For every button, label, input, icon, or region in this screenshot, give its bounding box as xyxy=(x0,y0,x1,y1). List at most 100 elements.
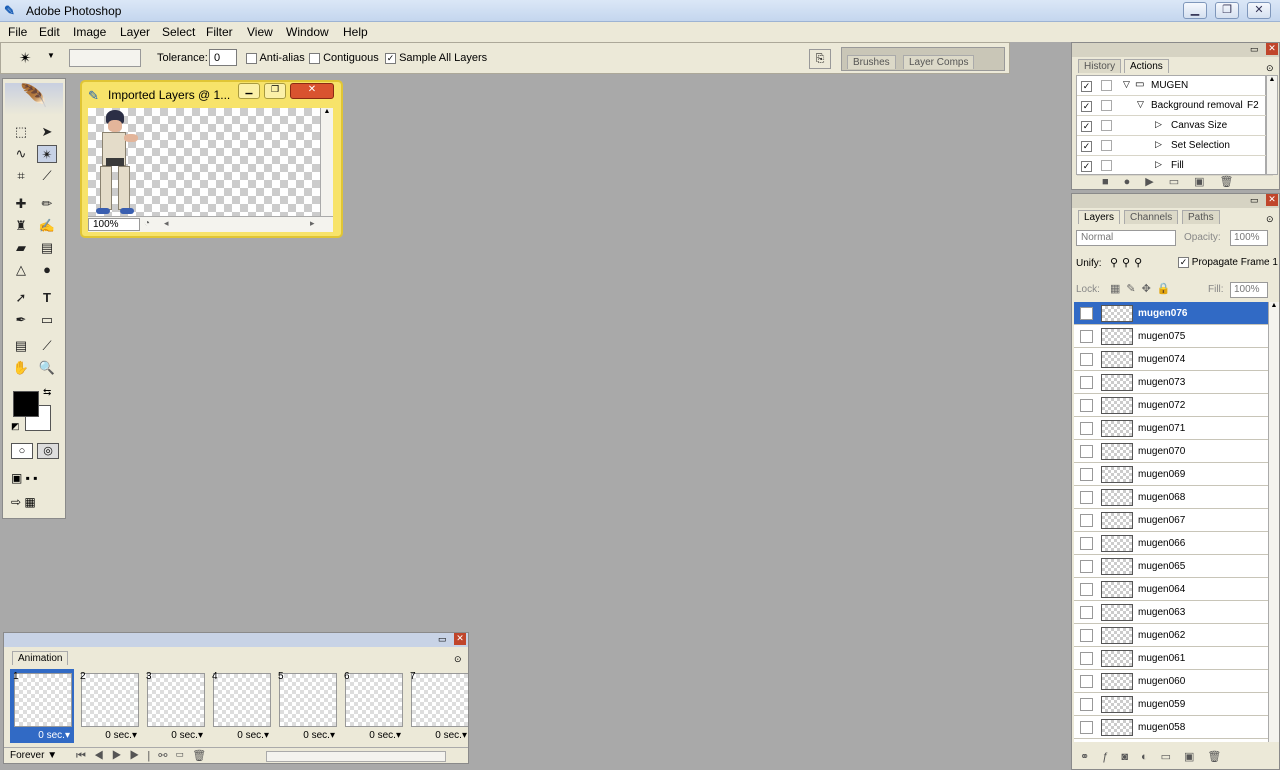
layers-footer-buttons[interactable]: ⚭ƒ◙◐▭▣🗑 xyxy=(1080,750,1234,763)
type-tool-icon[interactable]: T xyxy=(37,289,57,307)
visibility-icon[interactable] xyxy=(1080,353,1093,366)
layer-row[interactable]: mugen076 xyxy=(1074,302,1268,325)
doc-maximize-button[interactable]: ❐ xyxy=(264,83,286,99)
layers-scrollbar[interactable]: ▲ xyxy=(1268,302,1279,742)
visibility-icon[interactable] xyxy=(1080,445,1093,458)
expand-icon[interactable]: ▷ xyxy=(1155,119,1162,130)
history-brush-icon[interactable]: ✍ xyxy=(37,217,57,235)
frame-duration[interactable]: 0 sec.▾ xyxy=(171,730,203,741)
visibility-icon[interactable] xyxy=(1080,698,1093,711)
panel-minimize-icon[interactable]: ▭ xyxy=(1250,195,1259,206)
opacity-input[interactable]: 100% xyxy=(1230,230,1268,246)
swap-colors-icon[interactable]: ⇆ xyxy=(43,387,51,398)
action-row[interactable]: ✓ ▽ ▭ MUGEN xyxy=(1077,76,1273,96)
restore-button[interactable]: ❐ xyxy=(1215,2,1239,19)
doc-vertical-scrollbar[interactable]: ▲ xyxy=(320,108,333,216)
layer-row[interactable]: mugen072 xyxy=(1074,394,1268,417)
visibility-icon[interactable] xyxy=(1080,514,1093,527)
screen-mode-icon[interactable]: ▣ ▪ ▪ xyxy=(11,471,38,485)
visibility-icon[interactable] xyxy=(1080,307,1093,320)
animation-frame[interactable]: 4 0 sec.▾ xyxy=(209,669,273,743)
tab-actions[interactable]: Actions xyxy=(1124,59,1169,73)
visibility-icon[interactable] xyxy=(1080,330,1093,343)
notes-tool-icon[interactable]: ▤ xyxy=(11,337,31,355)
visibility-icon[interactable] xyxy=(1080,468,1093,481)
scroll-right-icon[interactable]: ▸ xyxy=(310,218,315,229)
contiguous-checkbox[interactable]: Contiguous xyxy=(309,52,379,64)
layer-row[interactable]: mugen063 xyxy=(1074,601,1268,624)
scroll-left-icon[interactable]: ◂ xyxy=(164,218,169,229)
crop-tool-icon[interactable]: ⌗ xyxy=(11,167,31,185)
move-tool-icon[interactable]: ➤ xyxy=(37,123,57,141)
visibility-icon[interactable] xyxy=(1080,422,1093,435)
layer-row[interactable]: mugen059 xyxy=(1074,693,1268,716)
foreground-color-swatch[interactable] xyxy=(13,391,39,417)
visibility-icon[interactable] xyxy=(1080,560,1093,573)
expand-icon[interactable]: ▷ xyxy=(1155,139,1162,150)
playback-buttons[interactable]: ⏮◀▶▶|⚯▭🗑 xyxy=(76,749,214,763)
visibility-icon[interactable] xyxy=(1080,399,1093,412)
menu-help[interactable]: Help xyxy=(343,25,368,39)
visibility-icon[interactable] xyxy=(1080,675,1093,688)
magic-wand-icon[interactable]: ✴ xyxy=(19,49,32,67)
animation-frame[interactable]: 7 0 sec.▾ xyxy=(407,669,468,743)
loop-select[interactable]: Forever ▼ xyxy=(10,750,57,761)
brush-tool-icon[interactable]: ✏ xyxy=(37,195,57,213)
action-toggle-icon[interactable]: ✓ xyxy=(1081,80,1092,92)
well-tab-layer-comps[interactable]: Layer Comps xyxy=(903,55,975,69)
panel-close-icon[interactable]: ✕ xyxy=(1266,194,1278,206)
dodge-tool-icon[interactable]: ● xyxy=(37,261,57,279)
document-canvas[interactable] xyxy=(88,108,320,216)
visibility-icon[interactable] xyxy=(1080,652,1093,665)
panel-minimize-icon[interactable]: ▭ xyxy=(1250,44,1259,55)
frame-duration[interactable]: 0 sec.▾ xyxy=(237,730,269,741)
pen-tool-icon[interactable]: ✒ xyxy=(11,311,31,329)
lasso-tool-icon[interactable]: ∿ xyxy=(11,145,31,163)
frames-scrollbar[interactable] xyxy=(266,751,446,762)
action-row[interactable]: ✓ ▷ Canvas Size xyxy=(1077,116,1273,136)
layer-row[interactable]: mugen069 xyxy=(1074,463,1268,486)
animation-frame[interactable]: 5 0 sec.▾ xyxy=(275,669,339,743)
jump-to-imageready-icon[interactable]: ⇨ ▦ xyxy=(11,495,36,509)
magic-wand-tool-icon[interactable]: ✴ xyxy=(37,145,57,163)
animation-frame[interactable]: 6 0 sec.▾ xyxy=(341,669,405,743)
zoom-field[interactable]: 100% xyxy=(88,218,140,231)
doc-minimize-button[interactable]: ▁ xyxy=(238,83,260,99)
animation-frame[interactable]: 3 0 sec.▾ xyxy=(143,669,207,743)
layer-row[interactable]: mugen061 xyxy=(1074,647,1268,670)
zoom-tool-icon[interactable]: 🔍 xyxy=(37,359,57,377)
actions-footer-buttons[interactable]: ■●▶▭▣🗑 xyxy=(1102,175,1249,188)
menu-filter[interactable]: Filter xyxy=(206,25,233,39)
action-toggle-icon[interactable]: ✓ xyxy=(1081,140,1092,152)
panel-menu-icon[interactable]: ⊙ xyxy=(1266,214,1274,225)
tab-paths[interactable]: Paths xyxy=(1182,210,1220,224)
frame-duration[interactable]: 0 sec.▾ xyxy=(38,730,70,741)
visibility-icon[interactable] xyxy=(1080,606,1093,619)
healing-brush-icon[interactable]: ✚ xyxy=(11,195,31,213)
dialog-toggle-icon[interactable] xyxy=(1101,160,1112,171)
menu-select[interactable]: Select xyxy=(162,25,195,39)
actions-scrollbar[interactable]: ▲ xyxy=(1266,75,1278,175)
menu-file[interactable]: File xyxy=(8,25,27,39)
menu-layer[interactable]: Layer xyxy=(120,25,150,39)
animation-frame[interactable]: 1 0 sec.▾ xyxy=(10,669,74,743)
blur-tool-icon[interactable]: △ xyxy=(11,261,31,279)
expand-icon[interactable]: ▽ xyxy=(1123,79,1130,90)
visibility-icon[interactable] xyxy=(1080,491,1093,504)
layer-row[interactable]: mugen073 xyxy=(1074,371,1268,394)
expand-icon[interactable]: ▷ xyxy=(1155,159,1162,170)
panel-menu-icon[interactable]: ⊙ xyxy=(1266,63,1274,74)
frame-duration[interactable]: 0 sec.▾ xyxy=(369,730,401,741)
sample-all-layers-checkbox[interactable]: ✓ Sample All Layers xyxy=(385,52,487,64)
minimize-button[interactable]: ▁ xyxy=(1183,2,1207,19)
tool-preset-dropdown[interactable]: ▼ xyxy=(47,51,55,60)
menu-window[interactable]: Window xyxy=(286,25,329,39)
visibility-icon[interactable] xyxy=(1080,583,1093,596)
panel-close-icon[interactable]: ✕ xyxy=(1266,43,1278,55)
layer-row[interactable]: mugen074 xyxy=(1074,348,1268,371)
blend-mode-select[interactable]: Normal xyxy=(1076,230,1176,246)
quick-mask-icon[interactable]: ◎ xyxy=(37,443,59,459)
action-row[interactable]: ✓ ▷ Set Selection xyxy=(1077,136,1273,156)
layer-row[interactable]: mugen070 xyxy=(1074,440,1268,463)
lock-icons[interactable]: ▦✎✥🔒 xyxy=(1110,282,1177,295)
